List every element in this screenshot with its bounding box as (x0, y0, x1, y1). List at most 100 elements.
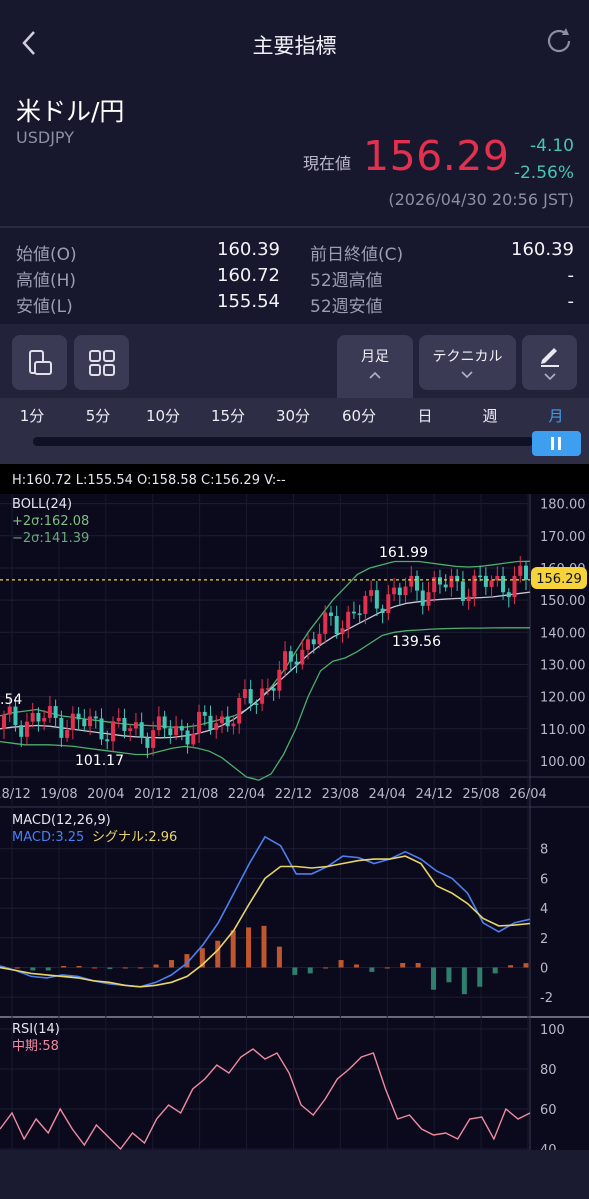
period-tab-3[interactable]: 15分 (208, 405, 248, 426)
macd-histogram-bar (215, 940, 221, 968)
candle-body (455, 575, 460, 582)
w52-low-label: 52週安値 (310, 297, 383, 317)
low-value: 155.54 (217, 291, 280, 312)
period-tab-7[interactable]: 週 (470, 405, 510, 426)
macd-histogram-bar (138, 967, 144, 969)
x-tick-label: 19/08 (40, 787, 77, 802)
y-tick-label: 80 (540, 1063, 557, 1078)
pause-button[interactable] (532, 431, 581, 456)
candle-body (70, 713, 75, 731)
rsi-title: RSI(14) (12, 1022, 60, 1037)
boll-title: BOLL(24) (12, 497, 72, 512)
macd-histogram-bar (307, 967, 313, 974)
refresh-icon[interactable] (543, 25, 575, 57)
x-tick-label: 21/08 (181, 787, 218, 802)
time-slider[interactable] (33, 437, 533, 446)
candle-body (306, 639, 311, 650)
macd-histogram-bar (30, 967, 36, 971)
period-tab-5[interactable]: 60分 (339, 405, 379, 426)
candle-body (156, 716, 161, 731)
candle-body (42, 717, 47, 722)
candle-body (346, 611, 351, 629)
y-tick-label: 6 (540, 872, 548, 887)
y-tick-label: 130.00 (540, 658, 586, 673)
y-tick-label: 0 (540, 961, 548, 976)
candle-body (47, 706, 52, 718)
candle-body (19, 725, 24, 737)
pause-icon (551, 437, 561, 450)
candle-body (116, 717, 121, 722)
x-tick-label: 20/12 (134, 787, 171, 802)
candle-body (162, 716, 167, 729)
candle-body (317, 633, 322, 645)
layout-button[interactable] (74, 335, 129, 390)
candle-body (506, 592, 511, 598)
annotation-low: 139.56 (392, 634, 441, 650)
prev-close-label: 前日終値(C) (310, 245, 404, 265)
prev-close-value: 160.39 (511, 239, 574, 260)
macd-value: MACD:3.25 (12, 830, 84, 845)
candle-body (420, 590, 425, 606)
macd-histogram-bar (45, 967, 51, 971)
price-chart[interactable]: 100.00110.00120.00130.00140.00150.00160.… (0, 464, 589, 1150)
candle-body (443, 584, 448, 588)
rotate-button[interactable] (12, 335, 67, 390)
y-tick-label: 8 (540, 843, 548, 858)
rsi-value: 中期:58 (12, 1039, 59, 1054)
candle-body (311, 639, 316, 645)
candle-body (65, 730, 70, 738)
candle-body (392, 587, 397, 595)
macd-histogram-bar (508, 965, 514, 968)
macd-histogram-bar (477, 967, 483, 987)
annotation-high: 161.99 (379, 545, 428, 561)
period-type-button[interactable]: 月足 (337, 335, 413, 398)
candle-body (294, 661, 299, 665)
period-tab-8[interactable]: 月 (536, 405, 576, 426)
y-tick-label: 110.00 (540, 723, 586, 738)
macd-histogram-bar (276, 946, 282, 968)
period-tab-6[interactable]: 日 (405, 405, 445, 426)
macd-title: MACD(12,26,9) (12, 813, 111, 828)
technical-button[interactable]: テクニカル (419, 335, 516, 390)
candle-body (231, 723, 236, 727)
page-title: 主要指標 (252, 34, 337, 58)
period-tab-2[interactable]: 10分 (143, 405, 183, 426)
candle-body (437, 577, 442, 585)
draw-button[interactable] (522, 335, 577, 390)
period-tab-0[interactable]: 1分 (12, 405, 52, 426)
candle-body (105, 739, 110, 742)
candle-body (300, 649, 305, 665)
candle-body (122, 717, 127, 731)
macd-histogram-bar (431, 967, 437, 990)
y-tick-label: 100.00 (540, 755, 586, 770)
macd-histogram-bar (107, 967, 113, 969)
x-tick-label: 20/04 (87, 787, 124, 802)
price-change: -4.10 (530, 136, 574, 156)
x-tick-label: 23/08 (322, 787, 359, 802)
y-tick-label: 120.00 (540, 691, 586, 706)
signal-value: シグナル:2.96 (92, 830, 177, 845)
candle-body (323, 612, 328, 634)
macd-histogram-bar (400, 963, 406, 968)
rotate-icon (29, 350, 52, 375)
candle-body (351, 611, 356, 614)
candle-body (369, 590, 374, 596)
macd-histogram-bar (415, 963, 421, 968)
bollinger-bands (0, 560, 531, 781)
candle-body (483, 575, 488, 587)
candle-body (185, 730, 190, 745)
candle-body (374, 590, 379, 609)
high-value: 160.72 (217, 265, 280, 286)
candle-body (13, 706, 18, 726)
y-tick-label: 40 (540, 1143, 557, 1150)
candle-body (110, 721, 115, 742)
candle-body (403, 586, 408, 595)
period-tab-1[interactable]: 5分 (78, 405, 118, 426)
macd-histogram-bar (14, 967, 20, 969)
macd-histogram-bar (446, 967, 452, 983)
period-tab-4[interactable]: 30分 (273, 405, 313, 426)
y-tick-label: 60 (540, 1103, 557, 1118)
y-tick-label: 4 (540, 902, 548, 917)
technical-label: テクニカル (432, 349, 503, 365)
boll-upper-value: +2σ:162.08 (12, 514, 89, 529)
